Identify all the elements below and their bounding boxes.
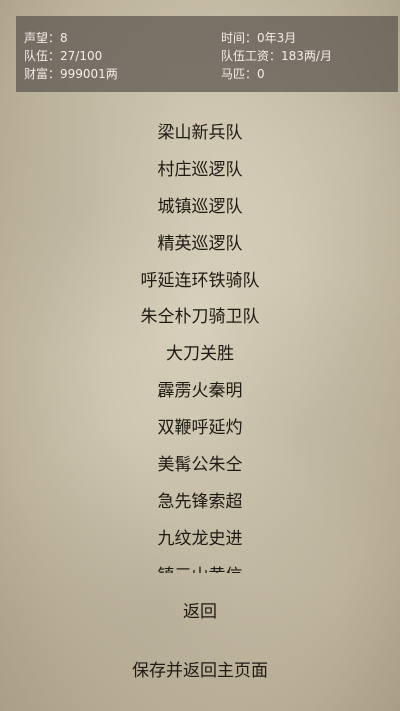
- menu-item-suo-chao[interactable]: 急先锋索超: [0, 487, 400, 524]
- menu-item-huyan-cavalry[interactable]: 呼延连环铁骑队: [0, 266, 400, 303]
- wage-stat: 队伍工资：183两/月: [221, 49, 332, 63]
- menu-item-shi-jin[interactable]: 九纹龙史进: [0, 524, 400, 561]
- back-button[interactable]: 返回: [0, 597, 400, 622]
- wealth-stat: 财富：999001两: [24, 67, 118, 81]
- menu-item-guan-sheng[interactable]: 大刀关胜: [0, 339, 400, 376]
- time-stat: 时间：0年3月: [221, 31, 297, 45]
- troop-menu[interactable]: 梁山新兵队 村庄巡逻队 城镇巡逻队 精英巡逻队 呼延连环铁骑队 朱仝朴刀骑卫队 …: [0, 118, 400, 573]
- menu-item-huang-xin[interactable]: 镇三山黄信: [0, 561, 400, 573]
- menu-item-zhutong-guards[interactable]: 朱仝朴刀骑卫队: [0, 302, 400, 339]
- troop-list: 梁山新兵队 村庄巡逻队 城镇巡逻队 精英巡逻队 呼延连环铁骑队 朱仝朴刀骑卫队 …: [0, 118, 400, 573]
- status-panel: 声望：8 时间：0年3月 队伍：27/100 队伍工资：183两/月 财富：99…: [16, 16, 398, 92]
- menu-item-qin-ming[interactable]: 霹雳火秦明: [0, 376, 400, 413]
- save-and-return-button[interactable]: 保存并返回主页面: [0, 656, 400, 681]
- menu-item-town-patrol[interactable]: 城镇巡逻队: [0, 192, 400, 229]
- menu-item-village-patrol[interactable]: 村庄巡逻队: [0, 155, 400, 192]
- troops-stat: 队伍：27/100: [24, 49, 103, 63]
- menu-item-zhu-tong[interactable]: 美髯公朱仝: [0, 450, 400, 487]
- menu-item-liangshan-recruits[interactable]: 梁山新兵队: [0, 118, 400, 155]
- reputation-stat: 声望：8: [24, 31, 68, 45]
- horses-stat: 马匹：0: [221, 67, 265, 81]
- menu-item-huyan-zhuo[interactable]: 双鞭呼延灼: [0, 413, 400, 450]
- menu-item-elite-patrol[interactable]: 精英巡逻队: [0, 229, 400, 266]
